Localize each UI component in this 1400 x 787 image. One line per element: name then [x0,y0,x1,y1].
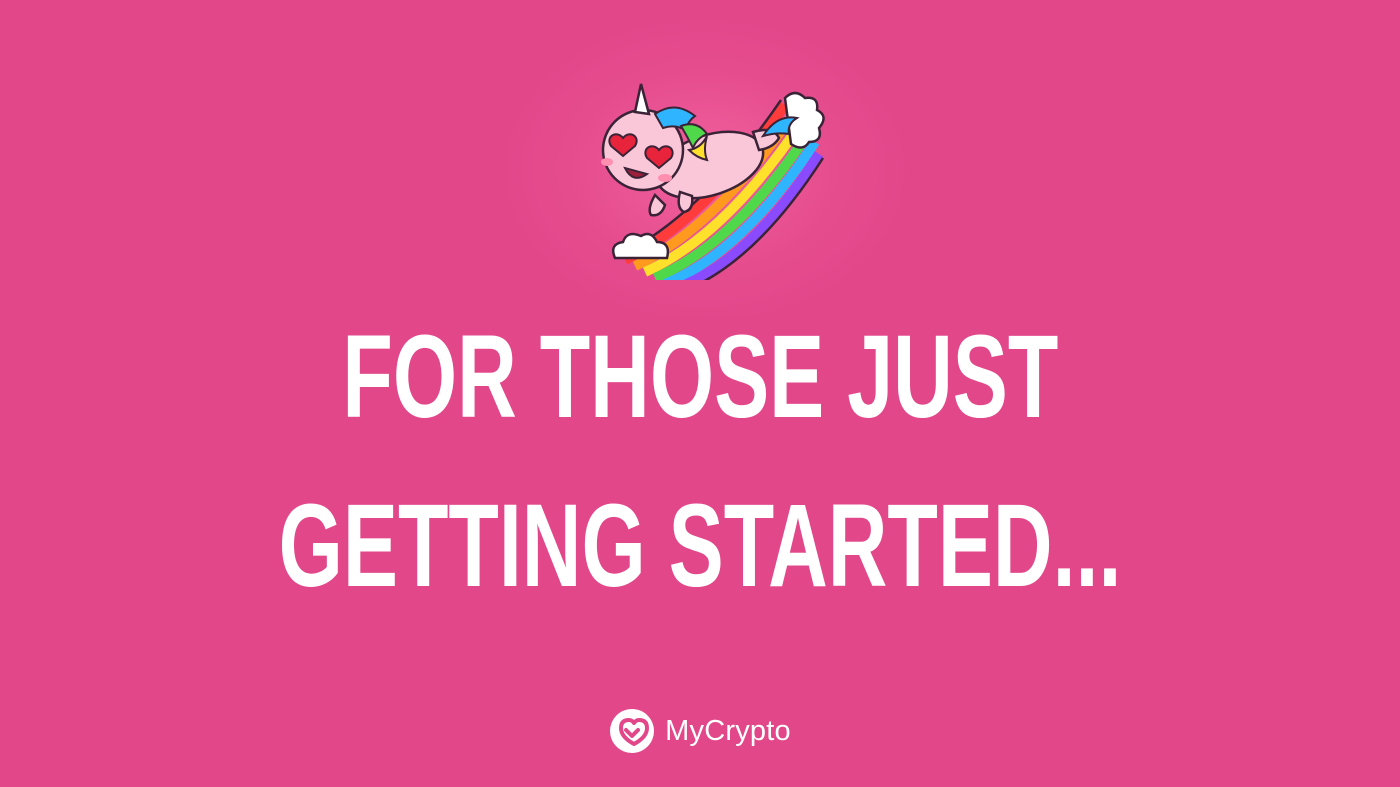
brand: MyCrypto [0,708,1400,754]
headline-line-1: FOR THOSE JUST [342,311,1058,443]
mycrypto-logo-icon [610,709,655,753]
brand-name: MyCrypto [665,714,791,747]
unicorn-on-rainbow-icon [601,83,825,280]
slide: FOR THOSE JUST GETTING STARTED... MyCryp… [0,0,1400,787]
headline-line-2: GETTING STARTED... [278,480,1122,612]
